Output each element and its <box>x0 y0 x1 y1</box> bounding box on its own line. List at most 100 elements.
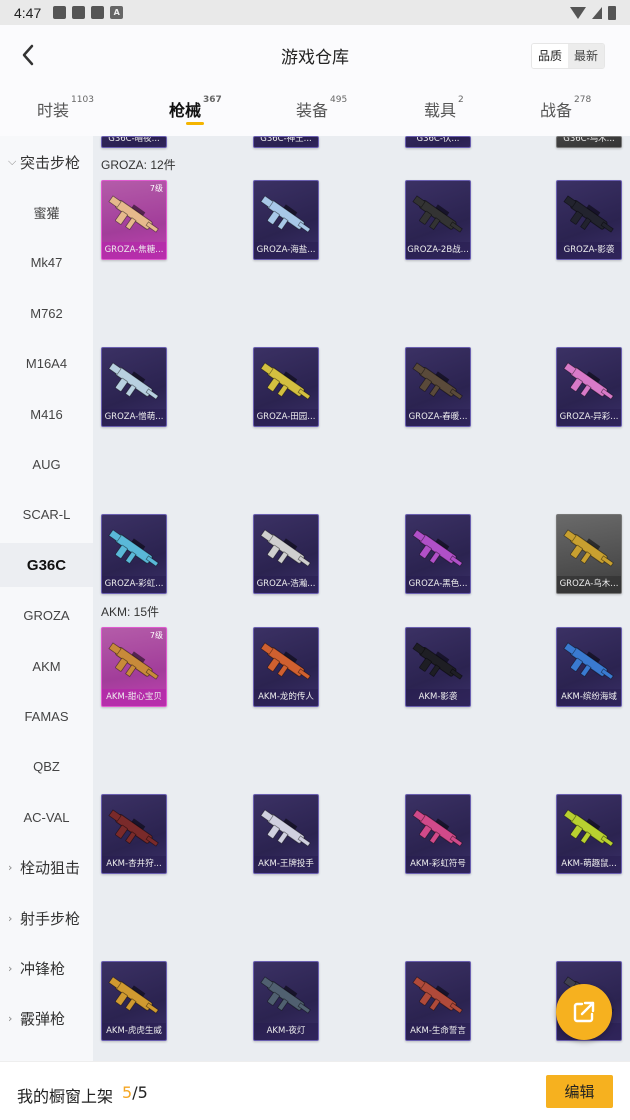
sort-quality-button[interactable]: 品质 <box>531 44 568 68</box>
sidebar-item-category[interactable]: › 射手步枪 <box>0 896 93 940</box>
weapon-skin-card[interactable]: AKM-王牌投手 <box>253 794 319 874</box>
weapon-skin-card[interactable]: 7级 AKM-甜心宝贝 <box>101 627 167 707</box>
sidebar-item-weapon[interactable]: QBZ <box>0 745 93 789</box>
sidebar-item-weapon[interactable]: M16A4 <box>0 342 93 386</box>
section-label: GROZA: 12件 <box>101 158 176 172</box>
weapon-skin-card[interactable]: AKM-影袭 <box>405 627 471 707</box>
sidebar-item-category[interactable]: › 霰弹枪 <box>0 997 93 1041</box>
skin-name: AKM-萌趣鼠... <box>557 856 621 873</box>
share-button[interactable] <box>556 984 612 1040</box>
sidebar-item-weapon[interactable]: M762 <box>0 291 93 335</box>
sidebar-item-label: G36C <box>26 556 67 574</box>
chevron-down-icon: ⌵ <box>8 155 17 168</box>
sidebar-item-label: 霰弹枪 <box>20 1010 66 1029</box>
tab-firearms[interactable]: 枪械367 <box>169 95 222 121</box>
weapon-skin-card[interactable]: GROZA-2B战... <box>405 180 471 260</box>
weapon-skin-card[interactable]: GROZA-浩瀚... <box>253 514 319 594</box>
share-external-icon <box>573 1001 595 1023</box>
weapon-skin-card[interactable]: G36C-神王... <box>253 136 319 148</box>
sidebar-item-category[interactable]: › 冲锋枪 <box>0 946 93 990</box>
tab-equipment[interactable]: 装备495 <box>296 95 347 121</box>
battery-icon <box>608 5 616 20</box>
skin-name: G36C-伏... <box>406 137 470 147</box>
sidebar-item-label: AC-VAL <box>23 809 70 825</box>
skin-name: AKM-王牌投手 <box>254 856 318 873</box>
weapon-skin-card[interactable]: GROZA-彩虹... <box>101 514 167 594</box>
tab-fashion[interactable]: 时装1103 <box>37 95 94 121</box>
skin-name: AKM-龙的传人 <box>254 689 318 706</box>
sidebar-item-label: M416 <box>30 406 63 422</box>
weapon-image <box>563 529 614 567</box>
weapon-skin-card[interactable]: AKM-虎虎生威 <box>101 961 167 1041</box>
sidebar-item-label: QBZ <box>33 759 60 775</box>
weapon-skin-card[interactable]: AKM-彩虹符号 <box>405 794 471 874</box>
sidebar-item-weapon[interactable]: AC-VAL <box>0 795 93 839</box>
weapon-image <box>260 809 311 847</box>
skin-name: GROZA-异彩... <box>557 409 621 426</box>
sidebar-item-label: 栓动狙击 <box>20 859 81 878</box>
weapon-skin-card[interactable]: AKM-龙的传人 <box>253 627 319 707</box>
skin-name: GROZA-春暖... <box>406 409 470 426</box>
weapon-skin-card[interactable]: GROZA-田园... <box>253 347 319 427</box>
showcase-count: 5/5 <box>122 1083 148 1102</box>
weapon-skin-card[interactable]: G36C-伏... <box>405 136 471 148</box>
chevron-right-icon: › <box>8 861 13 875</box>
sidebar-item-category[interactable]: ⌵ 突击步枪 <box>0 140 93 184</box>
weapon-skin-card[interactable]: AKM-生命誓言 <box>405 961 471 1041</box>
skin-name: AKM-生命誓言 <box>406 1023 470 1040</box>
sidebar-item-label: M762 <box>30 305 63 321</box>
showcase-label: 我的橱窗上架 <box>17 1087 114 1106</box>
sidebar-item-weapon[interactable]: Mk47 <box>0 241 93 285</box>
weapon-image <box>108 976 159 1014</box>
item-grid: G36C-暗夜... G36C-神王... G36C-伏... G36C-乌木... G… <box>93 136 630 1061</box>
sort-toggle[interactable]: 品质 最新 <box>530 43 605 69</box>
skin-name: G36C-乌木... <box>557 137 621 147</box>
weapon-skin-card[interactable]: GROZA-异彩... <box>556 347 622 427</box>
app-icon <box>72 6 86 19</box>
weapon-skin-card[interactable]: GROZA-春暖... <box>405 347 471 427</box>
sidebar-item-label: FAMAS <box>24 708 69 724</box>
tab-supplies[interactable]: 战备278 <box>540 95 591 121</box>
chevron-right-icon: › <box>8 1012 13 1026</box>
weapon-skin-card[interactable]: GROZA-海盐... <box>253 180 319 260</box>
weapon-skin-card[interactable]: G36C-乌木... <box>556 136 622 148</box>
weapon-skin-card[interactable]: G36C-暗夜... <box>101 136 167 148</box>
weapon-skin-card[interactable]: AKM-萌趣鼠... <box>556 794 622 874</box>
weapon-skin-card[interactable]: GROZA-黑色... <box>405 514 471 594</box>
sort-newest-button[interactable]: 最新 <box>567 44 604 68</box>
weapon-skin-card[interactable]: GROZA-乌木... <box>556 514 622 594</box>
sidebar-item-weapon[interactable]: AUG <box>0 442 93 486</box>
skin-name: GROZA-海盐... <box>254 242 318 259</box>
sidebar-item-label: M16A4 <box>25 356 68 372</box>
weapon-image <box>260 529 311 567</box>
sidebar-item-weapon[interactable]: SCAR-L <box>0 493 93 537</box>
weapon-skin-card[interactable]: AKM-缤纷海域 <box>556 627 622 707</box>
app-icon <box>91 6 105 19</box>
weapon-skin-card[interactable]: GROZA-憎萌... <box>101 347 167 427</box>
sidebar-item-weapon[interactable]: GROZA <box>0 594 93 638</box>
tab-vehicles[interactable]: 载具2 <box>424 95 464 121</box>
sidebar-item-weapon[interactable]: M416 <box>0 392 93 436</box>
sidebar-item-weapon[interactable]: 蜜獾 <box>0 190 93 234</box>
category-tabs: 时装1103 枪械367 装备495 载具2 战备278 <box>0 85 630 136</box>
weapon-skin-card[interactable]: GROZA-影袭 <box>556 180 622 260</box>
sidebar-item-label: 射手步枪 <box>20 909 81 928</box>
sidebar-item-category[interactable]: › 栓动狙击 <box>0 846 93 890</box>
sidebar-item-weapon[interactable]: G36C <box>0 543 93 588</box>
edit-button[interactable]: 编辑 <box>546 1075 613 1108</box>
weapon-image <box>563 642 614 680</box>
skin-name: GROZA-乌木... <box>557 576 621 593</box>
weapon-image <box>260 976 311 1014</box>
status-bar: 4:47 A <box>0 0 630 25</box>
sidebar-item-weapon[interactable]: FAMAS <box>0 694 93 738</box>
skin-name: AKM-缤纷海域 <box>557 689 621 706</box>
skin-name: AKM-影袭 <box>406 689 470 706</box>
skin-name: GROZA-憎萌... <box>102 409 166 426</box>
weapon-skin-card[interactable]: AKM-夜灯 <box>253 961 319 1041</box>
weapon-skin-card[interactable]: AKM-杏井狩... <box>101 794 167 874</box>
weapon-image <box>108 809 159 847</box>
weapon-skin-card[interactable]: 7级 GROZA-焦糖... <box>101 180 167 260</box>
chevron-right-icon: › <box>8 911 13 925</box>
weapon-image <box>412 362 463 400</box>
sidebar-item-weapon[interactable]: AKM <box>0 644 93 688</box>
